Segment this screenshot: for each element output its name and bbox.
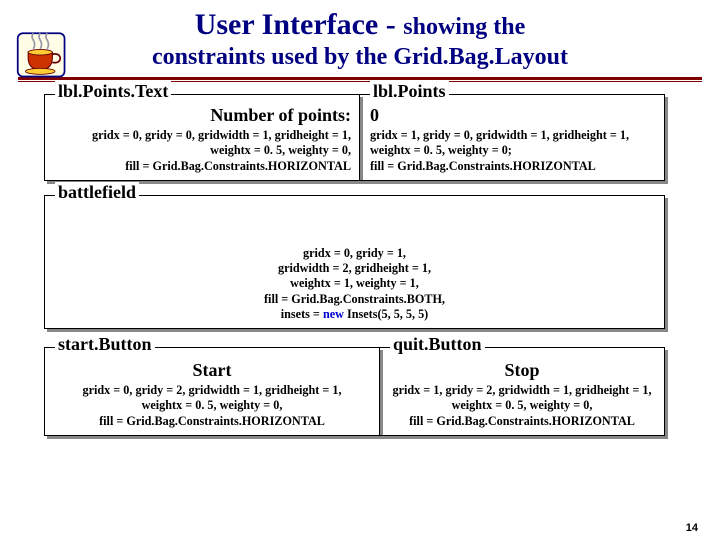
slide-content: lbl.Points.Text Number of points: gridx … (0, 82, 720, 436)
constraint-line: weightx = 0. 5, weighty = 0; (370, 143, 656, 158)
value-number-of-points-label: Number of points: (53, 105, 351, 126)
constraint-line: gridwidth = 2, gridheight = 1, (53, 261, 656, 276)
constraint-line: fill = Grid.Bag.Constraints.HORIZONTAL (370, 159, 656, 174)
legend-quitbutton: quit.Button (390, 334, 485, 355)
constraint-line: weightx = 0. 5, weighty = 0, (388, 398, 656, 413)
slide-title: User Interface - showing the constraints… (20, 8, 700, 71)
constraint-line: gridx = 1, gridy = 0, gridwidth = 1, gri… (370, 128, 656, 143)
title-main: User Interface - (195, 8, 404, 41)
constraint-line: gridx = 0, gridy = 2, gridwidth = 1, gri… (53, 383, 371, 398)
constraint-line: gridx = 0, gridy = 0, gridwidth = 1, gri… (53, 128, 351, 143)
constraint-line: weightx = 1, weighty = 1, (53, 276, 656, 291)
constraint-line: weightx = 0. 5, weighty = 0, (53, 143, 351, 158)
legend-battlefield: battlefield (55, 182, 139, 203)
constraints-quitbutton: gridx = 1, gridy = 2, gridwidth = 1, gri… (388, 383, 656, 429)
constraint-text: insets = (281, 307, 323, 321)
constraint-line: fill = Grid.Bag.Constraints.HORIZONTAL (53, 414, 371, 429)
constraints-startbutton: gridx = 0, gridy = 2, gridwidth = 1, gri… (53, 383, 371, 429)
legend-lblpointstext: lbl.Points.Text (55, 81, 171, 102)
constraint-line: insets = new Insets(5, 5, 5, 5) (53, 307, 656, 322)
constraint-line: fill = Grid.Bag.Constraints.HORIZONTAL (388, 414, 656, 429)
group-lblpointstext: lbl.Points.Text Number of points: gridx … (44, 94, 360, 181)
title-subtext: showing the (403, 14, 525, 40)
group-lblpoints: lbl.Points 0 gridx = 1, gridy = 0, gridw… (359, 94, 665, 181)
constraint-line: fill = Grid.Bag.Constraints.HORIZONTAL (53, 159, 351, 174)
legend-startbutton: start.Button (55, 334, 155, 355)
row-bottom: start.Button Start gridx = 0, gridy = 2,… (44, 347, 686, 436)
constraints-lblpoints: gridx = 1, gridy = 0, gridwidth = 1, gri… (368, 128, 656, 174)
label-stop: Stop (388, 360, 656, 381)
constraint-line: weightx = 0. 5, weighty = 0, (53, 398, 371, 413)
constraints-battlefield: gridx = 0, gridy = 1, gridwidth = 2, gri… (53, 206, 656, 322)
row-middle: battlefield gridx = 0, gridy = 1, gridwi… (44, 195, 686, 329)
group-battlefield: battlefield gridx = 0, gridy = 1, gridwi… (44, 195, 665, 329)
coffee-cup-icon (16, 28, 68, 80)
keyword-new: new (323, 307, 344, 321)
slide-header: User Interface - showing the constraints… (0, 0, 720, 71)
constraint-line: fill = Grid.Bag.Constraints.BOTH, (53, 292, 656, 307)
constraint-line: gridx = 1, gridy = 2, gridwidth = 1, gri… (388, 383, 656, 398)
constraint-line: gridx = 0, gridy = 1, (53, 246, 656, 261)
value-points-count: 0 (368, 105, 656, 126)
constraint-text: Insets(5, 5, 5, 5) (344, 307, 428, 321)
page-number: 14 (686, 522, 698, 534)
group-quitbutton: quit.Button Stop gridx = 1, gridy = 2, g… (379, 347, 665, 436)
row-top: lbl.Points.Text Number of points: gridx … (44, 94, 686, 181)
constraints-lblpointstext: gridx = 0, gridy = 0, gridwidth = 1, gri… (53, 128, 351, 174)
group-startbutton: start.Button Start gridx = 0, gridy = 2,… (44, 347, 380, 436)
label-start: Start (53, 360, 371, 381)
legend-lblpoints: lbl.Points (370, 81, 449, 102)
title-line-2: constraints used by the Grid.Bag.Layout (20, 44, 700, 71)
